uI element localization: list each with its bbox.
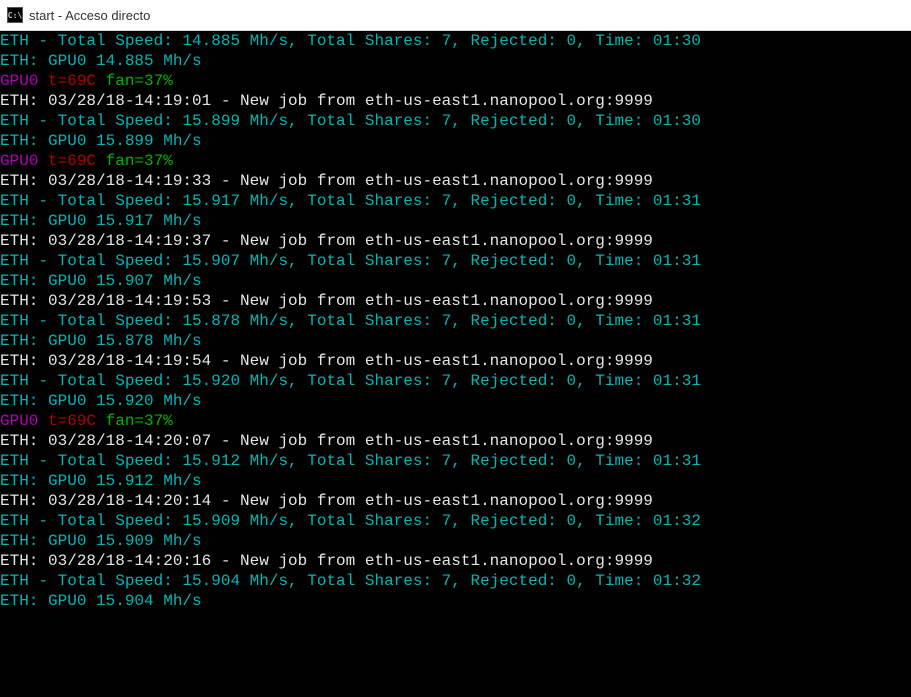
terminal-line: ETH - Total Speed: 15.917 Mh/s, Total Sh… (0, 191, 911, 211)
terminal-segment: ETH: GPU0 15.904 Mh/s (0, 592, 202, 610)
terminal-line: ETH: GPU0 15.909 Mh/s (0, 531, 911, 551)
terminal-line: ETH: GPU0 15.907 Mh/s (0, 271, 911, 291)
terminal-line: ETH: GPU0 15.917 Mh/s (0, 211, 911, 231)
terminal-line: ETH: GPU0 14.885 Mh/s (0, 51, 911, 71)
terminal-line: ETH: GPU0 15.878 Mh/s (0, 331, 911, 351)
terminal-segment: ETH: GPU0 14.885 Mh/s (0, 52, 202, 70)
terminal-segment: ETH: GPU0 15.909 Mh/s (0, 532, 202, 550)
terminal-line: ETH: 03/28/18-14:19:37 - New job from et… (0, 231, 911, 251)
terminal-segment: ETH: 03/28/18-14:19:54 - New job from et… (0, 352, 653, 370)
terminal-segment: ETH: 03/28/18-14:19:37 - New job from et… (0, 232, 653, 250)
terminal-line: ETH: 03/28/18-14:20:14 - New job from et… (0, 491, 911, 511)
terminal-segment: ETH: 03/28/18-14:19:53 - New job from et… (0, 292, 653, 310)
terminal-segment: ETH - Total Speed: 15.904 Mh/s, Total Sh… (0, 572, 701, 590)
terminal-segment: ETH: 03/28/18-14:20:07 - New job from et… (0, 432, 653, 450)
terminal-segment: GPU0 (0, 412, 38, 430)
window-titlebar[interactable]: C:\ start - Acceso directo (0, 0, 911, 31)
terminal-segment: ETH - Total Speed: 15.907 Mh/s, Total Sh… (0, 252, 701, 270)
terminal-segment: fan=37% (96, 72, 173, 90)
terminal-line: ETH - Total Speed: 14.885 Mh/s, Total Sh… (0, 31, 911, 51)
terminal-segment: GPU0 (0, 72, 38, 90)
terminal-line: ETH - Total Speed: 15.899 Mh/s, Total Sh… (0, 111, 911, 131)
terminal-line: ETH - Total Speed: 15.909 Mh/s, Total Sh… (0, 511, 911, 531)
terminal-segment: ETH: 03/28/18-14:20:14 - New job from et… (0, 492, 653, 510)
terminal-line: ETH: 03/28/18-14:20:16 - New job from et… (0, 551, 911, 571)
terminal-line: GPU0 t=69C fan=37% (0, 71, 911, 91)
terminal-line: ETH: GPU0 15.912 Mh/s (0, 471, 911, 491)
terminal-segment: ETH - Total Speed: 15.899 Mh/s, Total Sh… (0, 112, 701, 130)
terminal-segment: ETH - Total Speed: 14.885 Mh/s, Total Sh… (0, 32, 701, 50)
terminal-line: ETH - Total Speed: 15.904 Mh/s, Total Sh… (0, 571, 911, 591)
terminal-segment: ETH - Total Speed: 15.917 Mh/s, Total Sh… (0, 192, 701, 210)
window-title: start - Acceso directo (29, 8, 150, 23)
terminal-line: ETH - Total Speed: 15.907 Mh/s, Total Sh… (0, 251, 911, 271)
terminal-line: ETH - Total Speed: 15.920 Mh/s, Total Sh… (0, 371, 911, 391)
terminal-segment: GPU0 (0, 152, 38, 170)
terminal-segment: ETH: GPU0 15.878 Mh/s (0, 332, 202, 350)
terminal-segment: fan=37% (96, 152, 173, 170)
terminal-segment: ETH - Total Speed: 15.909 Mh/s, Total Sh… (0, 512, 701, 530)
terminal-segment: ETH: GPU0 15.912 Mh/s (0, 472, 202, 490)
terminal-segment: t=69C (38, 152, 96, 170)
terminal-line: ETH: 03/28/18-14:19:54 - New job from et… (0, 351, 911, 371)
terminal-segment: ETH - Total Speed: 15.878 Mh/s, Total Sh… (0, 312, 701, 330)
terminal-segment: ETH: 03/28/18-14:19:01 - New job from et… (0, 92, 653, 110)
terminal-line: ETH: GPU0 15.920 Mh/s (0, 391, 911, 411)
terminal-line: ETH: 03/28/18-14:19:33 - New job from et… (0, 171, 911, 191)
terminal-segment: ETH: GPU0 15.920 Mh/s (0, 392, 202, 410)
terminal-line: ETH: 03/28/18-14:20:07 - New job from et… (0, 431, 911, 451)
terminal-segment: t=69C (38, 72, 96, 90)
terminal-segment: ETH: GPU0 15.899 Mh/s (0, 132, 202, 150)
terminal-line: ETH: GPU0 15.904 Mh/s (0, 591, 911, 611)
cmd-icon: C:\ (7, 7, 23, 23)
terminal-segment: ETH - Total Speed: 15.920 Mh/s, Total Sh… (0, 372, 701, 390)
terminal-line: ETH - Total Speed: 15.912 Mh/s, Total Sh… (0, 451, 911, 471)
terminal-line: ETH: 03/28/18-14:19:01 - New job from et… (0, 91, 911, 111)
terminal-segment: ETH: GPU0 15.907 Mh/s (0, 272, 202, 290)
terminal-segment: t=69C (38, 412, 96, 430)
terminal-line: GPU0 t=69C fan=37% (0, 151, 911, 171)
terminal-segment: fan=37% (96, 412, 173, 430)
terminal-line: ETH - Total Speed: 15.878 Mh/s, Total Sh… (0, 311, 911, 331)
terminal-line: ETH: 03/28/18-14:19:53 - New job from et… (0, 291, 911, 311)
terminal-segment: ETH: GPU0 15.917 Mh/s (0, 212, 202, 230)
terminal-segment: ETH: 03/28/18-14:20:16 - New job from et… (0, 552, 653, 570)
terminal-line: ETH: GPU0 15.899 Mh/s (0, 131, 911, 151)
terminal-segment: ETH - Total Speed: 15.912 Mh/s, Total Sh… (0, 452, 701, 470)
terminal-output[interactable]: ETH - Total Speed: 14.885 Mh/s, Total Sh… (0, 31, 911, 697)
terminal-line: GPU0 t=69C fan=37% (0, 411, 911, 431)
terminal-segment: ETH: 03/28/18-14:19:33 - New job from et… (0, 172, 653, 190)
